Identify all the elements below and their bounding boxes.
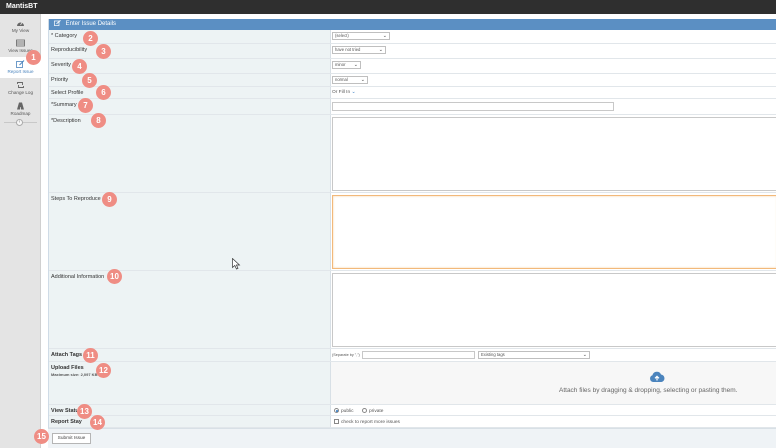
report-stay-checkbox[interactable]: check to report more issues <box>334 419 400 425</box>
sidebar-collapse-button[interactable]: ‹ <box>16 119 23 126</box>
form-header-title: Enter Issue Details <box>65 21 117 27</box>
step-badge-11: 11 <box>83 348 98 363</box>
edit-icon <box>54 20 61 26</box>
chevron-down-icon: ⌄ <box>351 90 356 95</box>
sidebar-item-roadmap[interactable]: Roadmap <box>0 99 41 119</box>
step-badge-8: 8 <box>91 113 106 128</box>
app-title[interactable]: MantisBT <box>6 3 38 10</box>
public-radio[interactable]: public <box>334 408 354 414</box>
upload-label: Upload Files Maximum size: 2,097 KB <box>49 362 331 404</box>
summary-input[interactable] <box>332 102 614 111</box>
additional-info-textarea[interactable] <box>332 273 776 347</box>
step-badge-10: 10 <box>107 269 122 284</box>
severity-select[interactable]: minor ⌄ <box>332 61 361 69</box>
existing-tags-select[interactable]: Existing tags ⌄ <box>478 351 590 359</box>
step-badge-15: 15 <box>34 429 49 444</box>
severity-label: Severity <box>49 59 331 73</box>
severity-row: Severity minor ⌄ <box>49 59 776 74</box>
chevron-down-icon: ⌄ <box>378 47 383 53</box>
step-badge-9: 9 <box>102 192 117 207</box>
summary-row: *Summary <box>49 99 776 115</box>
view-status-row: View Status public private <box>49 405 776 416</box>
steps-row: Steps To Reproduce <box>49 193 776 271</box>
category-select[interactable]: (select) ⌄ <box>332 32 390 40</box>
sidebar-item-label: Report Issue <box>7 69 34 74</box>
private-radio[interactable]: private <box>362 408 383 414</box>
upload-message: Attach files by dragging & dropping, sel… <box>559 387 738 394</box>
profile-row: Select Profile Or Fill In ⌄ <box>49 87 776 99</box>
additional-info-label: Additional Information <box>49 271 331 348</box>
form-header: Enter Issue Details <box>49 19 776 30</box>
retweet-icon <box>16 81 25 89</box>
tags-row: Attach Tags (Separate by ",") Existing t… <box>49 349 776 362</box>
steps-label: Steps To Reproduce <box>49 193 331 270</box>
step-badge-2: 2 <box>83 31 98 46</box>
chevron-down-icon: ⌄ <box>582 352 587 358</box>
step-badge-4: 4 <box>72 59 87 74</box>
step-badge-3: 3 <box>96 44 111 59</box>
description-textarea[interactable] <box>332 117 776 191</box>
profile-label: Select Profile <box>49 87 331 98</box>
reproducibility-select[interactable]: have not tried ⌄ <box>332 46 386 54</box>
report-stay-row: Report Stay check to report more issues <box>49 416 776 428</box>
step-badge-7: 7 <box>78 98 93 113</box>
additional-info-row: Additional Information <box>49 271 776 349</box>
list-icon <box>16 39 25 47</box>
step-badge-13: 13 <box>77 404 92 419</box>
submit-issue-button[interactable]: Submit Issue <box>52 433 91 444</box>
radio-icon <box>362 408 367 413</box>
chevron-down-icon: ⌄ <box>382 33 387 39</box>
cloud-upload-icon <box>650 371 665 382</box>
step-badge-1: 1 <box>26 50 41 65</box>
sidebar-item-change-log[interactable]: Change Log <box>0 78 41 98</box>
road-icon <box>16 102 25 110</box>
step-badge-6: 6 <box>96 85 111 100</box>
description-row: *Description <box>49 115 776 193</box>
sidebar-item-label: Change Log <box>7 90 34 95</box>
upload-dropzone[interactable]: Attach files by dragging & dropping, sel… <box>331 362 776 404</box>
top-navbar: MantisBT <box>0 0 776 14</box>
tags-input[interactable] <box>362 351 475 359</box>
sidebar-item-label: Roadmap <box>10 111 31 116</box>
description-label: *Description <box>49 115 331 192</box>
sidebar: My View View Issues Report Issue Change … <box>0 14 41 448</box>
mouse-cursor-icon <box>232 258 241 270</box>
reproducibility-label: Reproducibility <box>49 44 331 58</box>
upload-max-size: Maximum size: 2,097 KB <box>51 372 98 377</box>
tags-hint: (Separate by ",") <box>332 353 360 357</box>
radio-selected-icon <box>334 408 339 413</box>
steps-textarea[interactable] <box>332 195 776 269</box>
dashboard-icon <box>16 19 25 27</box>
edit-icon <box>16 60 25 68</box>
sidebar-item-label: My View <box>11 28 30 33</box>
priority-select[interactable]: normal ⌄ <box>332 76 368 84</box>
step-badge-5: 5 <box>82 73 97 88</box>
fill-in-link[interactable]: Or Fill In ⌄ <box>332 90 356 95</box>
checkbox-icon <box>334 419 339 424</box>
step-badge-14: 14 <box>90 415 105 430</box>
chevron-down-icon: ⌄ <box>360 77 365 83</box>
chevron-down-icon: ⌄ <box>353 62 358 68</box>
sidebar-item-my-view[interactable]: My View <box>0 16 41 36</box>
step-badge-12: 12 <box>96 363 111 378</box>
category-row: * Category (select) ⌄ <box>49 30 776 44</box>
priority-row: Priority normal ⌄ <box>49 74 776 87</box>
form-footer: Submit Issue <box>48 428 776 448</box>
reproducibility-row: Reproducibility have not tried ⌄ <box>49 44 776 59</box>
